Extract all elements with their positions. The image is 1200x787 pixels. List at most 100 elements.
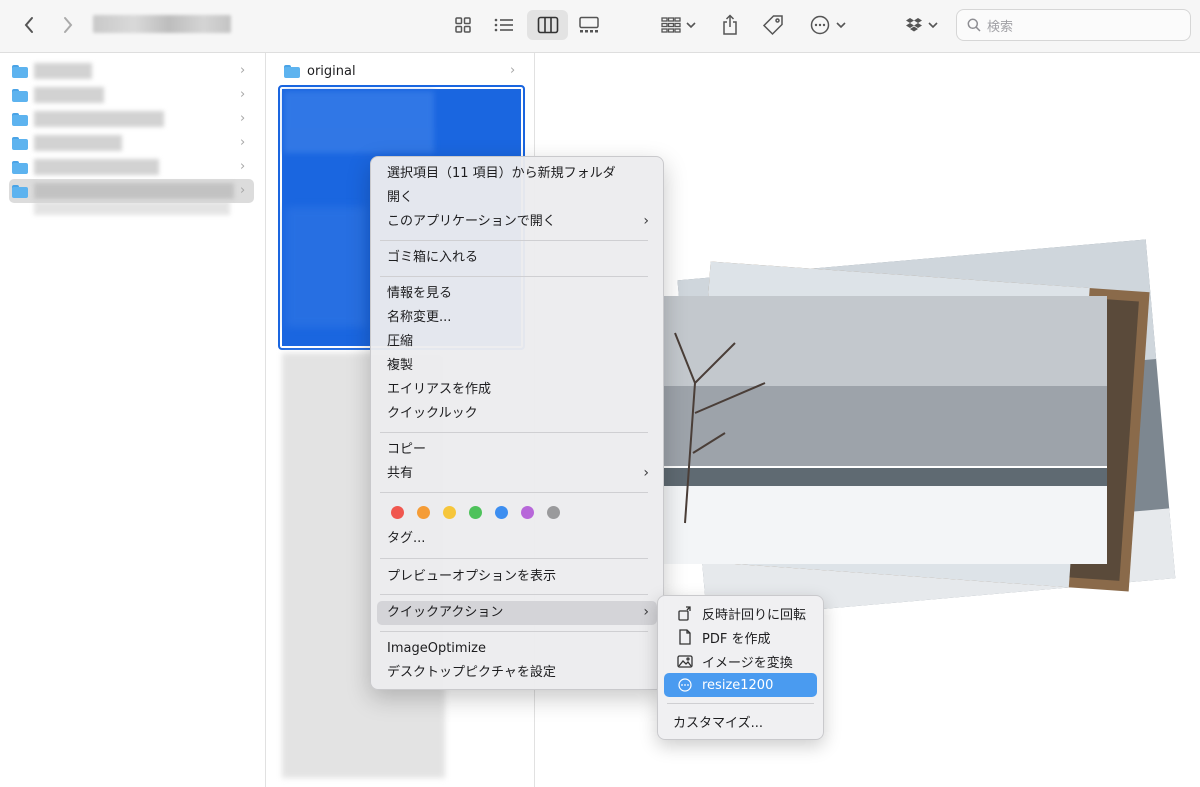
submenu-item-customize[interactable]: カスタマイズ...: [664, 709, 817, 733]
menu-item-get-info[interactable]: 情報を見る: [387, 284, 452, 304]
submenu-item-label: PDF を作成: [702, 631, 771, 647]
menu-item-share[interactable]: 共有: [387, 464, 413, 484]
tag-button[interactable]: [759, 10, 787, 40]
folder-icon: [12, 136, 28, 150]
tag-gray[interactable]: [547, 506, 560, 519]
workflow-icon: [677, 677, 693, 693]
folder-row[interactable]: [12, 84, 252, 106]
submenu-item-rotate-left[interactable]: 反時計回りに回転: [664, 601, 817, 625]
gallery-icon: [579, 16, 599, 33]
tag-purple[interactable]: [521, 506, 534, 519]
folder-name-redacted: [34, 159, 159, 175]
search-placeholder: 検索: [987, 19, 1014, 35]
chevron-right-icon: ›: [240, 183, 246, 198]
redacted-file-names: [286, 207, 366, 327]
chevron-right-icon: ›: [240, 111, 246, 126]
submenu-item-label: カスタマイズ...: [673, 715, 764, 731]
tag-blue[interactable]: [495, 506, 508, 519]
search-icon: [967, 18, 981, 32]
menu-item-rename[interactable]: 名称変更...: [387, 308, 451, 328]
dropbox-icon: [905, 18, 922, 32]
folder-icon: [12, 112, 28, 126]
dropbox-button[interactable]: [902, 10, 940, 40]
folder-icon: [12, 184, 28, 198]
chevron-right-icon: [64, 17, 73, 33]
redacted-file-names: [284, 91, 434, 153]
tag-icon: [762, 15, 783, 36]
folder-name: original: [307, 63, 356, 79]
menu-item-show-preview-options[interactable]: プレビューオプションを表示: [387, 567, 556, 587]
chevron-down-icon: [685, 22, 696, 29]
chevron-down-icon: [836, 22, 846, 29]
chevron-right-icon: ›: [510, 63, 516, 78]
rotate-left-icon: [677, 605, 693, 621]
menu-item-new-folder-with-selection[interactable]: 選択項目（11 項目）から新規フォルダ: [387, 164, 616, 184]
tag-orange[interactable]: [417, 506, 430, 519]
chevron-right-icon: ›: [240, 63, 246, 78]
submenu-item-label: イメージを変換: [702, 655, 793, 671]
folder-name-redacted: [34, 87, 104, 103]
back-button[interactable]: [18, 10, 40, 40]
menu-item-compress[interactable]: 圧縮: [387, 332, 413, 352]
menu-separator: [380, 276, 648, 277]
chevron-right-icon: ›: [240, 135, 246, 150]
folder-row-original[interactable]: original: [284, 60, 524, 82]
folder-row[interactable]: [12, 180, 252, 202]
submenu-item-convert-image[interactable]: イメージを変換: [664, 649, 817, 673]
tag-yellow[interactable]: [443, 506, 456, 519]
image-icon: [677, 653, 693, 669]
menu-item-open[interactable]: 開く: [387, 188, 413, 208]
chevron-right-icon: ›: [643, 213, 649, 229]
menu-item-duplicate[interactable]: 複製: [387, 356, 413, 376]
folder-name-redacted: [34, 63, 92, 79]
menu-item-quick-actions[interactable]: クイックアクション: [387, 603, 503, 623]
gallery-view-button[interactable]: [575, 10, 603, 40]
column-view-button[interactable]: [527, 10, 568, 40]
icon-view-button[interactable]: [449, 10, 477, 40]
folder-row[interactable]: [12, 156, 252, 178]
folder-icon: [12, 160, 28, 174]
list-icon: [494, 18, 513, 32]
folder-icon: [284, 64, 300, 78]
chevron-left-icon: [24, 17, 33, 33]
submenu-item-label: 反時計回りに回転: [702, 607, 807, 623]
menu-item-set-desktop-picture[interactable]: デスクトップピクチャを設定: [387, 663, 556, 683]
action-button[interactable]: [806, 10, 850, 40]
folder-row[interactable]: [12, 60, 252, 82]
menu-separator: [380, 631, 648, 632]
submenu-item-create-pdf[interactable]: PDF を作成: [664, 625, 817, 649]
menu-item-tags[interactable]: タグ...: [387, 529, 425, 549]
menu-separator: [380, 492, 648, 493]
context-menu: 選択項目（11 項目）から新規フォルダ 開く このアプリケーションで開く › ゴ…: [370, 156, 664, 690]
menu-item-open-with[interactable]: このアプリケーションで開く: [387, 212, 556, 232]
group-button[interactable]: [657, 10, 699, 40]
menu-separator: [380, 240, 648, 241]
menu-item-make-alias[interactable]: エイリアスを作成: [387, 380, 491, 400]
search-field[interactable]: 検索: [956, 9, 1191, 41]
chevron-right-icon: ›: [643, 604, 649, 620]
menu-item-quick-look[interactable]: クイックルック: [387, 404, 478, 424]
folder-name-redacted: [34, 135, 122, 151]
tag-red[interactable]: [391, 506, 404, 519]
menu-separator: [380, 594, 648, 595]
menu-separator: [380, 558, 648, 559]
chevron-right-icon: ›: [240, 159, 246, 174]
columns-icon: [537, 16, 558, 34]
list-view-button[interactable]: [489, 10, 519, 40]
share-button[interactable]: [717, 10, 743, 40]
forward-button[interactable]: [57, 10, 79, 40]
quick-actions-submenu: 反時計回りに回転 PDF を作成 イメージを変換 resize1200 カスタマ…: [657, 595, 824, 740]
chevron-right-icon: ›: [240, 87, 246, 102]
folder-row[interactable]: [12, 108, 252, 130]
tag-green[interactable]: [469, 506, 482, 519]
folder-icon: [12, 64, 28, 78]
submenu-item-resize1200[interactable]: resize1200: [664, 673, 817, 697]
folder-icon: [12, 88, 28, 102]
menu-separator: [667, 703, 814, 704]
menu-item-copy[interactable]: コピー: [387, 440, 426, 460]
folder-row[interactable]: [12, 132, 252, 154]
document-icon: [677, 629, 693, 645]
menu-item-move-to-trash[interactable]: ゴミ箱に入れる: [387, 248, 478, 268]
menu-item-imageoptimize[interactable]: ImageOptimize: [387, 639, 486, 659]
ellipsis-circle-icon: [810, 15, 830, 35]
